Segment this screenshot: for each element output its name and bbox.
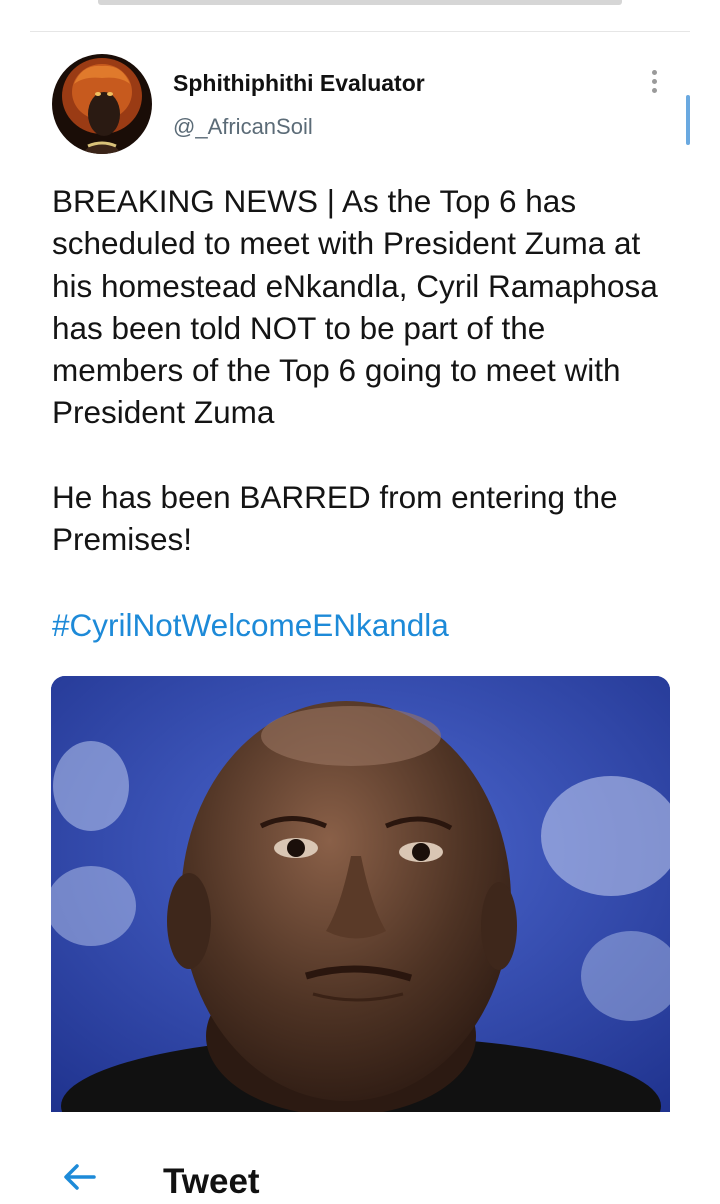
author-display-name[interactable]: Sphithiphithi Evaluator — [173, 70, 425, 97]
tweet-header-bar: Tweet — [0, 1140, 720, 1204]
tweet-body: BREAKING NEWS | As the Top 6 has schedul… — [52, 180, 672, 560]
scroll-indicator — [686, 95, 690, 145]
back-button[interactable] — [62, 1162, 98, 1192]
lion-mask-avatar-icon — [52, 54, 152, 154]
tweet-media-image[interactable] — [51, 676, 670, 1112]
tweet-paragraph: He has been BARRED from entering the Pre… — [52, 478, 618, 558]
arrow-left-icon — [64, 1164, 96, 1190]
portrait-photo-icon — [51, 676, 670, 1112]
page-title: Tweet — [163, 1162, 260, 1201]
hashtag-link[interactable]: #CyrilNotWelcomeENkandla — [52, 604, 449, 646]
more-vertical-icon — [651, 70, 657, 75]
more-options-button[interactable] — [640, 70, 668, 100]
tweet-paragraph: BREAKING NEWS | As the Top 6 has schedul… — [52, 183, 658, 431]
divider — [30, 31, 690, 32]
avatar[interactable] — [52, 54, 152, 154]
author-handle[interactable]: @_AfricanSoil — [173, 114, 313, 140]
previous-content-edge — [98, 0, 622, 5]
